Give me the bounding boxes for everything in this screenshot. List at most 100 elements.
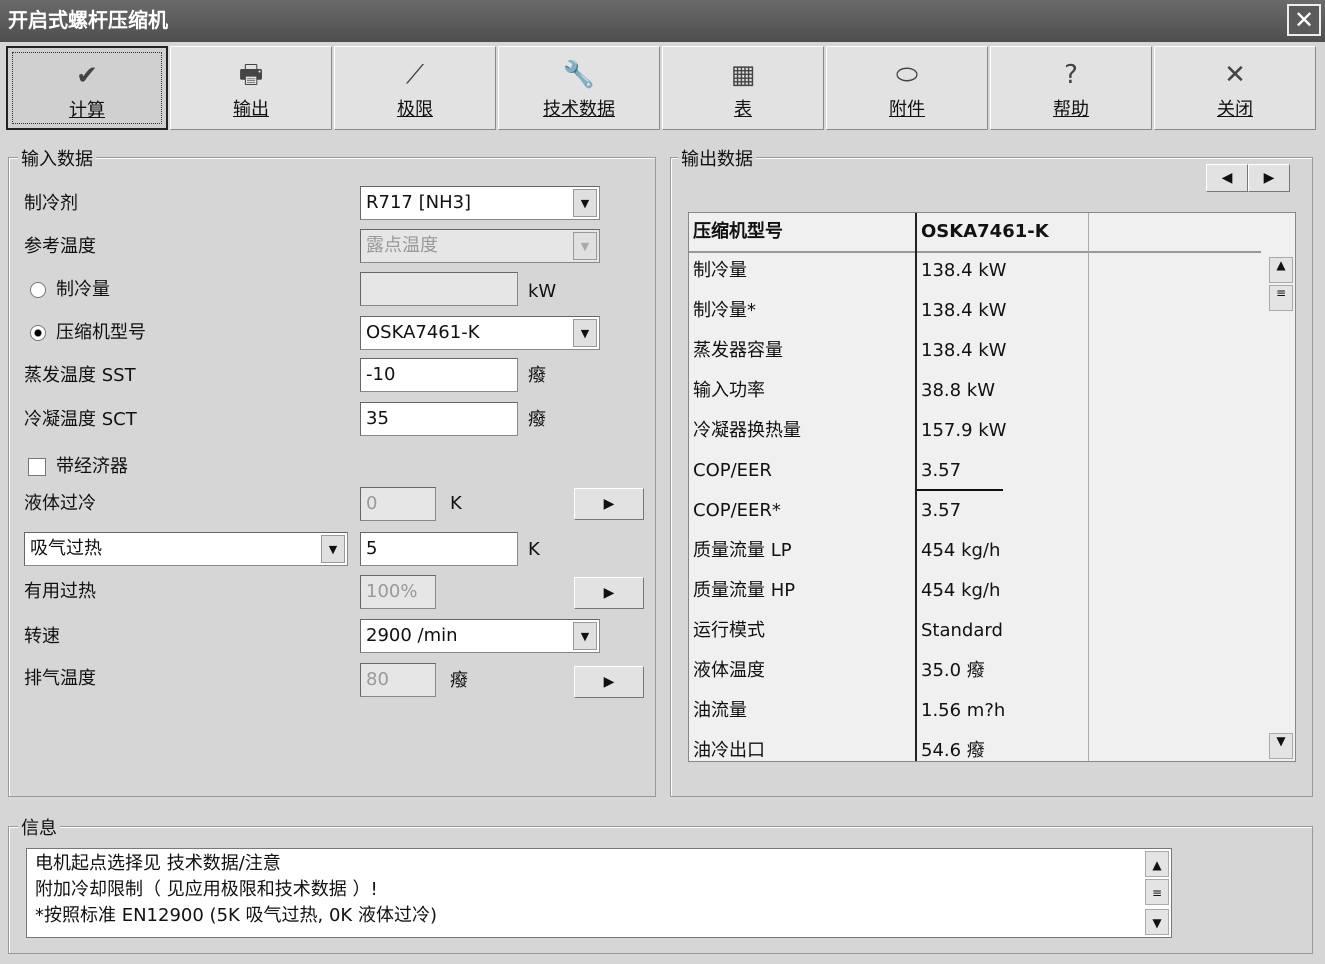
- reference-temp-label: 参考温度: [24, 236, 96, 257]
- accessories-label: 附件: [889, 99, 925, 120]
- output-table: 压缩机型号 OSKA7461-K 制冷量 138.4 kW 制冷量* 138.4 kW…: [688, 212, 1296, 762]
- close-button[interactable]: ✕ 关闭: [1154, 46, 1316, 130]
- info-group-title: 信息: [18, 814, 60, 840]
- speed-value: 2900 /min: [366, 625, 458, 646]
- superheat-select[interactable]: 吸气过热 ▼: [24, 532, 348, 566]
- row-value: 1.56 m?h: [921, 700, 1006, 721]
- row-label: COP/EER*: [693, 500, 781, 521]
- superheat-select-value: 吸气过热: [30, 538, 102, 559]
- row-label: 油冷出口: [693, 740, 765, 761]
- row-label: 液体温度: [693, 660, 765, 681]
- refrigerant-label: 制冷剂: [24, 193, 78, 214]
- sst-input[interactable]: -10: [360, 358, 518, 392]
- table-row: 冷凝器换热量 157.9 kW: [689, 411, 1269, 451]
- question-icon: ?: [1064, 60, 1078, 90]
- chevron-down-icon: ▼: [573, 189, 597, 217]
- row-label: 蒸发器容量: [693, 340, 783, 361]
- capacity-radio[interactable]: [30, 282, 46, 298]
- info-scroll-down-button[interactable]: ▼: [1145, 909, 1169, 935]
- model-value: OSKA7461-K: [366, 322, 480, 343]
- chevron-down-icon: ▼: [573, 319, 597, 347]
- output-button[interactable]: 🖶 输出: [170, 46, 332, 130]
- technical-data-label: 技术数据: [543, 99, 615, 120]
- row-value: 454 kg/h: [921, 580, 1001, 601]
- table-row: 制冷量 138.4 kW: [689, 251, 1269, 291]
- limits-button[interactable]: ⟋ 极限: [334, 46, 496, 130]
- row-label: 质量流量 HP: [693, 580, 796, 601]
- row-value: 138.4 kW: [921, 340, 1007, 361]
- table-row: 运行模式 Standard: [689, 611, 1269, 651]
- subcool-arrow-button[interactable]: ▶: [574, 488, 644, 520]
- output-group-title: 输出数据: [678, 145, 756, 171]
- limits-chart-icon: ⟋: [405, 60, 425, 90]
- sst-label: 蒸发温度 SST: [24, 365, 136, 386]
- speed-label: 转速: [24, 626, 60, 647]
- cylinder-icon: ⬭: [895, 60, 919, 90]
- scroll-thumb[interactable]: ≡: [1269, 285, 1293, 311]
- output-label: 输出: [233, 99, 269, 120]
- info-textarea[interactable]: 电机起点选择见 技术数据/注意 附加冷却限制（ 见应用极限和技术数据 ）! *按…: [26, 848, 1172, 938]
- speed-select[interactable]: 2900 /min ▼: [360, 619, 600, 653]
- capacity-unit: kW: [528, 281, 557, 302]
- superheat-unit: K: [528, 539, 540, 560]
- discharge-temp-arrow-button[interactable]: ▶: [574, 666, 644, 698]
- table-button[interactable]: ▦ 表: [662, 46, 824, 130]
- scroll-down-button[interactable]: ▼: [1269, 733, 1293, 759]
- chevron-down-icon: ▼: [573, 622, 597, 650]
- useful-superheat-arrow-button[interactable]: ▶: [574, 577, 644, 609]
- accessories-button[interactable]: ⬭ 附件: [826, 46, 988, 130]
- subcool-unit: K: [450, 493, 462, 514]
- table-row: 质量流量 LP 454 kg/h: [689, 531, 1269, 571]
- next-button[interactable]: ▶: [1248, 164, 1290, 192]
- row-value: 454 kg/h: [921, 540, 1001, 561]
- reference-temp-value: 露点温度: [366, 235, 438, 256]
- row-label: 输入功率: [693, 380, 765, 401]
- close-window-button[interactable]: ✕: [1287, 4, 1321, 36]
- prev-button[interactable]: ◀: [1206, 164, 1248, 192]
- row-value: 3.57: [921, 500, 962, 521]
- input-group-title: 输入数据: [18, 145, 96, 171]
- economizer-checkbox[interactable]: [28, 458, 46, 476]
- sst-unit: 癈: [528, 365, 546, 386]
- table-row: 质量流量 HP 454 kg/h: [689, 571, 1269, 611]
- sct-input[interactable]: 35: [360, 402, 518, 436]
- model-radio[interactable]: [30, 325, 46, 341]
- row-value: 38.8 kW: [921, 380, 996, 401]
- row-label: 制冷量: [693, 260, 747, 281]
- info-line: 电机起点选择见 技术数据/注意: [35, 853, 281, 874]
- info-line: 附加冷却限制（ 见应用极限和技术数据 ）!: [35, 879, 378, 900]
- discharge-temp-unit: 癈: [450, 670, 468, 691]
- row-value: 138.4 kW: [921, 260, 1007, 281]
- reference-temp-select[interactable]: 露点温度 ▼: [360, 229, 600, 263]
- row-value: Standard: [921, 620, 1003, 641]
- subcool-input[interactable]: 0: [360, 487, 436, 521]
- info-scroll-up-button[interactable]: ▲: [1145, 851, 1169, 877]
- info-line: *按照标准 EN12900 (5K 吸气过热, 0K 液体过冷): [35, 905, 437, 926]
- limits-label: 极限: [397, 99, 433, 120]
- table-row: 蒸发器容量 138.4 kW: [689, 331, 1269, 371]
- row-value: 35.0 癈: [921, 660, 985, 681]
- capacity-input[interactable]: [360, 272, 518, 306]
- calculate-button[interactable]: ✔ 计算: [6, 46, 168, 130]
- refrigerant-select[interactable]: R717 [NH3] ▼: [360, 186, 600, 220]
- title-bar: 开启式螺杆压缩机: [0, 0, 1325, 42]
- row-label: 质量流量 LP: [693, 540, 792, 561]
- close-icon: ✕: [1224, 60, 1246, 90]
- model-select[interactable]: OSKA7461-K ▼: [360, 316, 600, 350]
- info-scroll-thumb[interactable]: ≡: [1145, 879, 1169, 905]
- useful-superheat-input[interactable]: 100%: [360, 575, 436, 609]
- header-value: OSKA7461-K: [921, 221, 1049, 242]
- table-row: COP/EER 3.57: [689, 451, 1269, 491]
- discharge-temp-input[interactable]: 80: [360, 663, 436, 697]
- row-label: 制冷量*: [693, 300, 756, 321]
- scroll-up-button[interactable]: ▲: [1269, 257, 1293, 283]
- table-row: 油流量 1.56 m?h: [689, 691, 1269, 731]
- chevron-down-icon: ▼: [321, 535, 345, 563]
- table-row: 油冷出口 54.6 癈: [689, 731, 1269, 771]
- header-label: 压缩机型号: [693, 221, 783, 242]
- help-button[interactable]: ? 帮助: [990, 46, 1152, 130]
- row-label: 冷凝器换热量: [693, 420, 801, 441]
- technical-data-button[interactable]: 🔧 技术数据: [498, 46, 660, 130]
- superheat-input[interactable]: 5: [360, 532, 518, 566]
- table-label: 表: [734, 99, 752, 120]
